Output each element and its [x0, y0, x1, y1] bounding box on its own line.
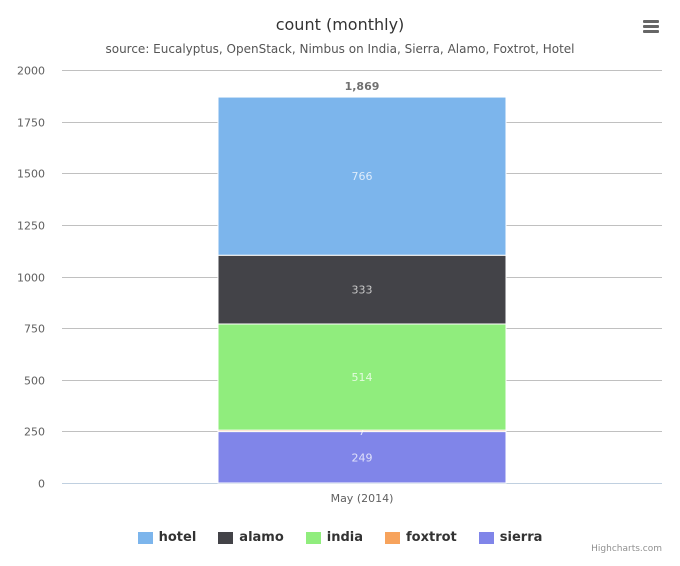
legend-item-alamo[interactable]: alamo: [218, 530, 284, 545]
legend-label: sierra: [499, 530, 543, 545]
legend-item-foxtrot[interactable]: foxtrot: [385, 530, 457, 545]
credits-link[interactable]: Highcharts.com: [591, 544, 662, 554]
legend-label: alamo: [239, 530, 284, 545]
stack-total-label: 1,869: [345, 80, 380, 93]
y-tick-label: 500: [24, 375, 45, 388]
y-tick-label: 1000: [17, 272, 45, 285]
legend-item-hotel[interactable]: hotel: [137, 530, 197, 545]
data-label-india: 514: [352, 371, 373, 384]
legend-label: foxtrot: [406, 530, 457, 545]
x-tick-label: May (2014): [331, 492, 394, 505]
y-tick-label: 750: [24, 323, 45, 336]
y-tick-label: 0: [38, 478, 45, 491]
legend-swatch: [305, 531, 321, 544]
legend-label: hotel: [158, 530, 197, 545]
legend-swatch: [137, 531, 153, 544]
y-tick-label: 250: [24, 426, 45, 439]
data-label-sierra: 249: [352, 451, 373, 464]
legend-swatch: [218, 531, 234, 544]
x-axis: May (2014): [331, 492, 394, 505]
legend: hotel alamo india foxtrot sierra: [0, 530, 680, 545]
bar-stack: 24975143337661,869: [217, 80, 507, 484]
data-label-hotel: 766: [352, 170, 373, 183]
y-tick-label: 1750: [17, 117, 45, 130]
legend-swatch: [385, 531, 401, 544]
data-label-alamo: 333: [352, 284, 373, 297]
legend-item-sierra[interactable]: sierra: [478, 530, 543, 545]
y-axis: 0 250 500 750 1000 1250 1500 1750 2000: [17, 65, 45, 491]
y-tick-label: 1250: [17, 220, 45, 233]
y-tick-label: 1500: [17, 168, 45, 181]
legend-swatch: [478, 531, 494, 544]
chart-plot: 025050075010001250150017502000 249751433…: [17, 65, 662, 505]
legend-item-india[interactable]: india: [305, 530, 364, 545]
legend-label: india: [326, 530, 364, 545]
y-tick-label: 2000: [17, 65, 45, 78]
